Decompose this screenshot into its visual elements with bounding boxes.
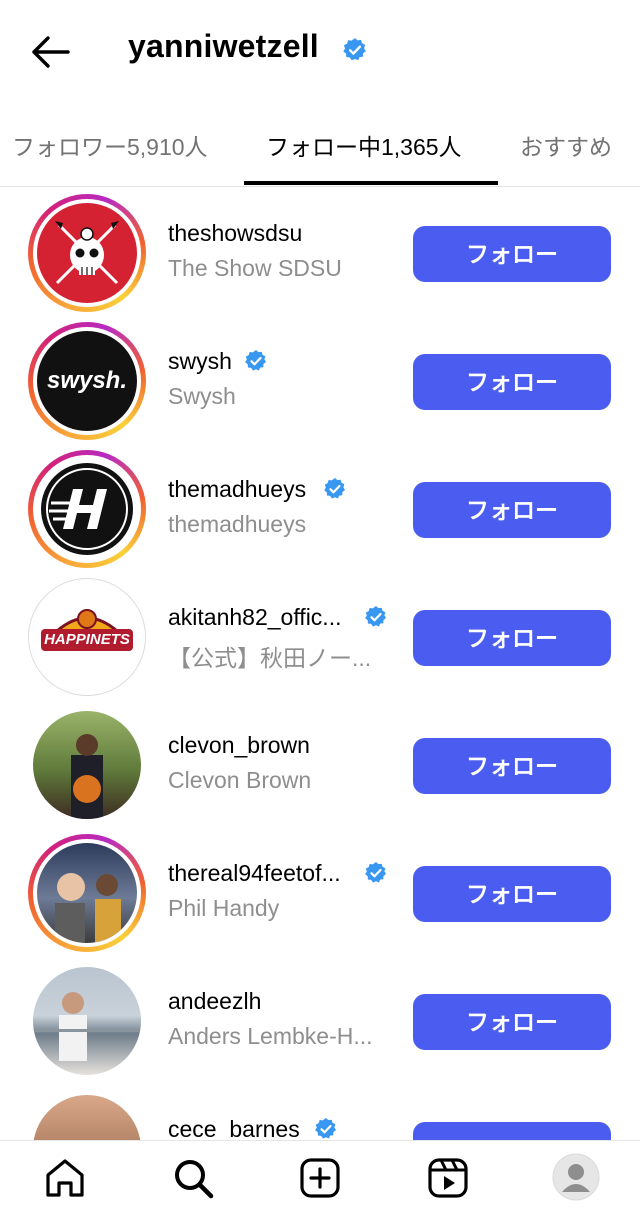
follow-button[interactable]: フォロー bbox=[413, 482, 611, 538]
reels-icon[interactable] bbox=[425, 1155, 471, 1201]
person-photo bbox=[55, 873, 121, 943]
account-username[interactable]: andeezlh bbox=[168, 988, 261, 1015]
avatar[interactable] bbox=[28, 834, 146, 952]
avatar[interactable]: swysh. bbox=[28, 322, 146, 440]
list-item[interactable]: themadhueys themadhueys フォロー bbox=[0, 444, 640, 572]
avatar[interactable] bbox=[28, 1090, 146, 1140]
following-list: theshowsdsu The Show SDSU フォロー swysh. sw… bbox=[0, 188, 640, 1140]
verified-badge-icon bbox=[343, 38, 366, 61]
list-item[interactable]: clevon_brown Clevon Brown フォロー bbox=[0, 700, 640, 828]
person-photo bbox=[33, 992, 141, 1061]
tab-suggested[interactable]: おすすめ bbox=[520, 128, 612, 162]
home-icon[interactable] bbox=[42, 1155, 88, 1201]
follow-button[interactable]: フォロー bbox=[413, 354, 611, 410]
create-icon[interactable] bbox=[297, 1155, 343, 1201]
account-username[interactable]: thereal94feetof... bbox=[168, 860, 341, 887]
account-fullname: Anders Lembke-H... bbox=[168, 1023, 373, 1049]
bottom-nav bbox=[0, 1140, 640, 1212]
profile-avatar-icon bbox=[552, 1153, 600, 1201]
verified-badge-icon bbox=[324, 478, 345, 499]
account-username[interactable]: swysh bbox=[168, 348, 232, 375]
follow-tabs: フォロワー5,910人 フォロー中1,365人 おすすめ bbox=[0, 110, 640, 187]
avatar[interactable] bbox=[28, 706, 146, 824]
skull-logo-icon bbox=[55, 221, 119, 285]
follow-button[interactable]: フォロー bbox=[413, 226, 611, 282]
active-tab-indicator bbox=[244, 181, 498, 185]
follow-button[interactable]: フォロー bbox=[413, 1122, 611, 1140]
account-fullname: Swysh bbox=[168, 383, 236, 409]
avatar[interactable]: HAPPINETS bbox=[28, 578, 146, 696]
account-username[interactable]: theshowsdsu bbox=[168, 220, 302, 247]
follow-button[interactable]: フォロー bbox=[413, 994, 611, 1050]
follow-button[interactable]: フォロー bbox=[413, 610, 611, 666]
verified-badge-icon bbox=[245, 350, 266, 371]
account-username[interactable]: clevon_brown bbox=[168, 732, 310, 759]
verified-badge-icon bbox=[315, 1118, 336, 1139]
profile-username-title: yanniwetzell bbox=[128, 28, 319, 64]
verified-badge-icon bbox=[365, 606, 386, 627]
account-fullname: Clevon Brown bbox=[168, 767, 312, 793]
avatar[interactable] bbox=[28, 194, 146, 312]
tab-followers[interactable]: フォロワー5,910人 bbox=[12, 128, 208, 162]
follow-button[interactable]: フォロー bbox=[413, 738, 611, 794]
account-username[interactable]: themadhueys bbox=[168, 476, 306, 503]
list-item[interactable]: HAPPINETS akitanh82_offic... 【公式】秋田ノー...… bbox=[0, 572, 640, 700]
account-username[interactable]: akitanh82_offic... bbox=[168, 604, 341, 631]
account-fullname: Phil Handy bbox=[168, 895, 280, 921]
account-fullname: themadhueys bbox=[168, 511, 307, 537]
account-fullname: The Show SDSU bbox=[168, 255, 342, 281]
avatar[interactable] bbox=[28, 962, 146, 1080]
search-icon[interactable] bbox=[170, 1155, 216, 1201]
follow-button[interactable]: フォロー bbox=[413, 866, 611, 922]
tab-following[interactable]: フォロー中1,365人 bbox=[266, 128, 462, 162]
happinets-logo-text: HAPPINETS bbox=[44, 631, 130, 648]
list-item[interactable]: theshowsdsu The Show SDSU フォロー bbox=[0, 188, 640, 316]
verified-badge-icon bbox=[365, 862, 386, 883]
swysh-logo: swysh. bbox=[46, 367, 128, 394]
list-item[interactable]: andeezlh Anders Lembke-H... フォロー bbox=[0, 956, 640, 1084]
person-photo bbox=[71, 734, 103, 819]
account-username[interactable]: cece_barnes bbox=[168, 1116, 300, 1140]
madhueys-h-logo-icon bbox=[41, 463, 133, 555]
back-arrow-icon[interactable] bbox=[28, 30, 72, 74]
list-item[interactable]: swysh. swysh Swysh フォロー bbox=[0, 316, 640, 444]
header: yanniwetzell bbox=[0, 0, 640, 100]
list-item[interactable]: thereal94feetof... Phil Handy フォロー bbox=[0, 828, 640, 956]
profile-avatar[interactable] bbox=[552, 1153, 600, 1201]
avatar[interactable] bbox=[28, 450, 146, 568]
list-item[interactable]: cece_barnes フォロー bbox=[0, 1084, 640, 1140]
account-fullname: 【公式】秋田ノー... bbox=[168, 645, 372, 671]
